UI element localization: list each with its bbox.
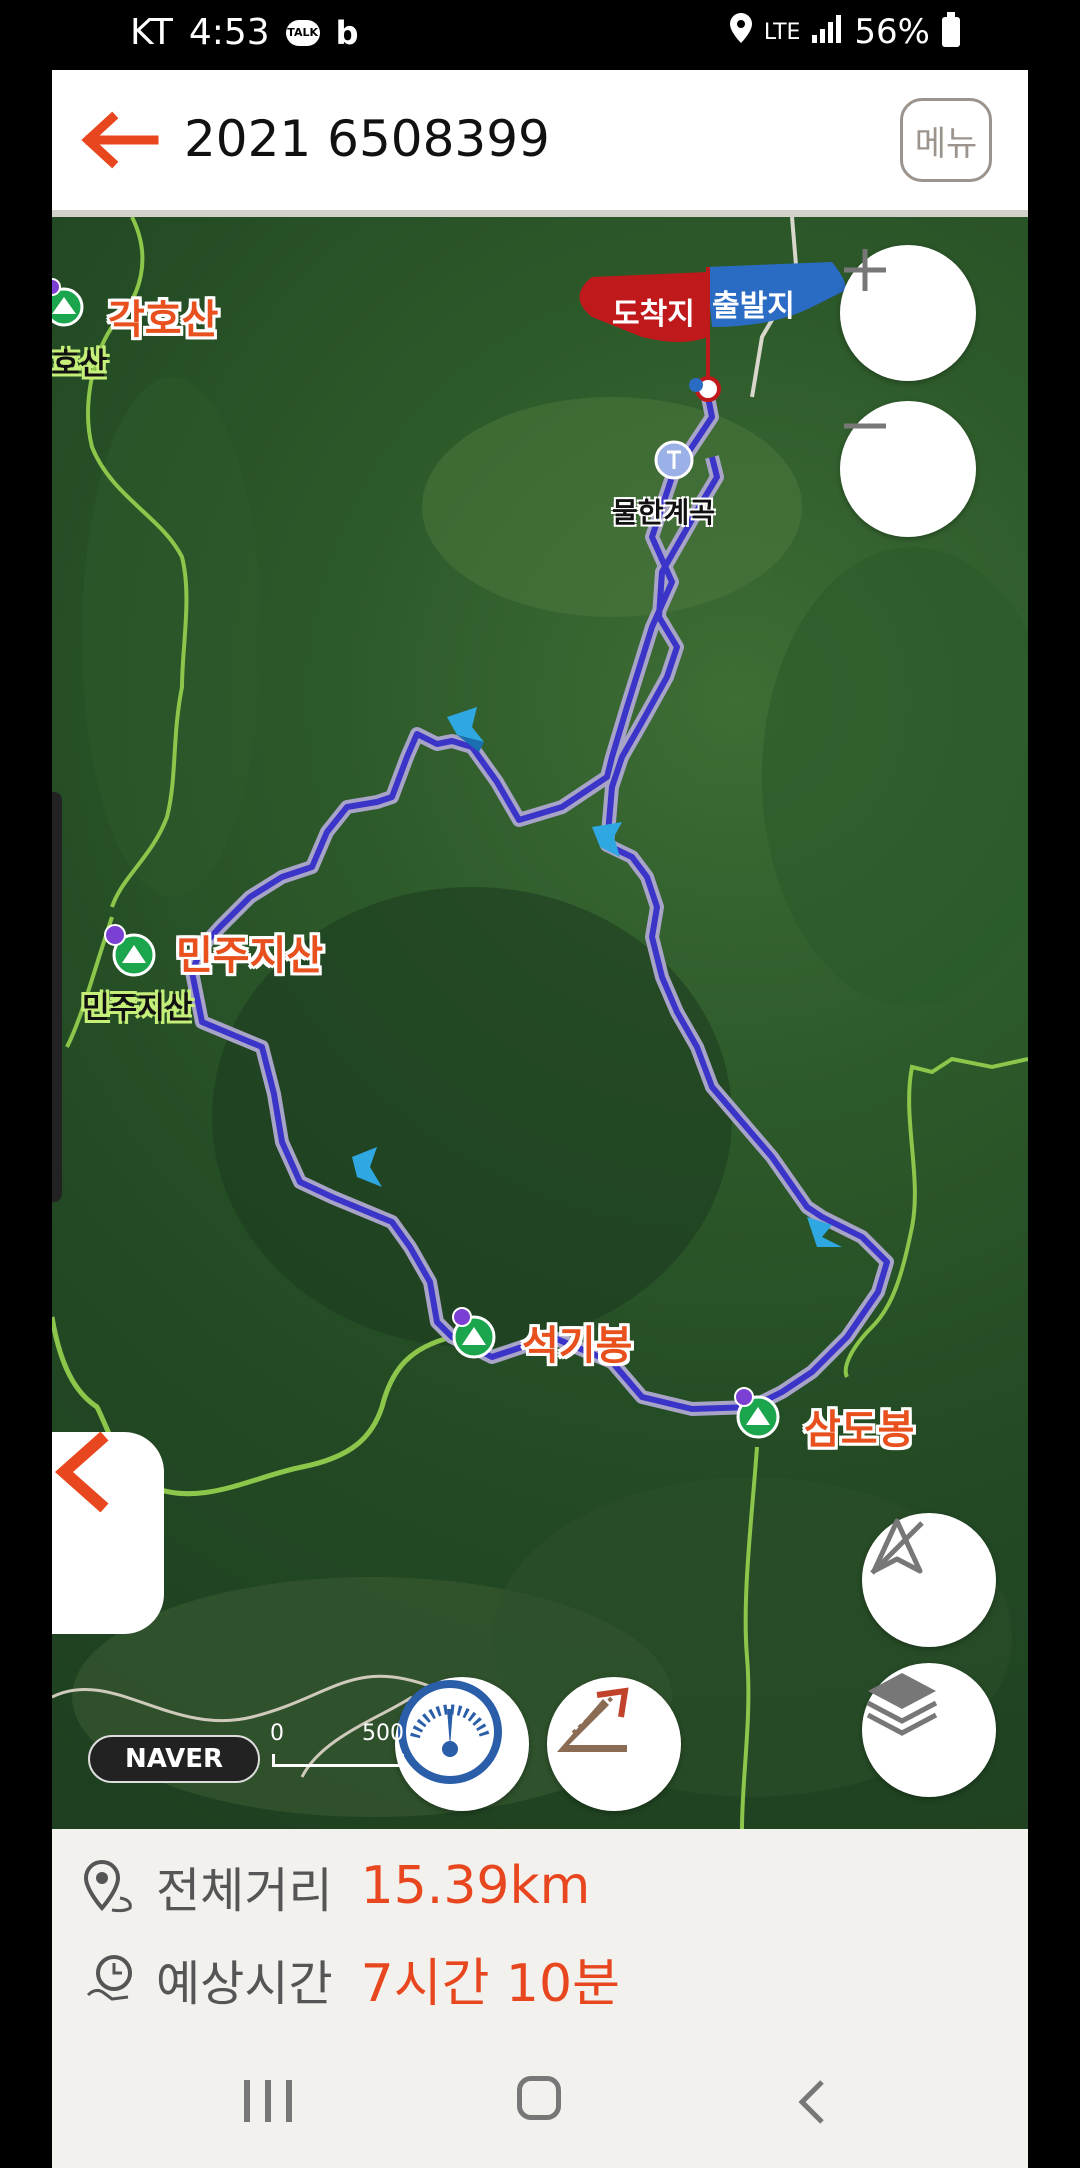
recent-apps-button[interactable]	[244, 2080, 292, 2124]
b-app-icon: b	[335, 13, 359, 52]
app-header: 2021 6508399 메뉴	[52, 70, 1028, 217]
clock: 4:53	[188, 12, 270, 53]
hd-lte-icon: LTE	[763, 19, 801, 45]
map-layers-button[interactable]	[862, 1663, 996, 1797]
back-button[interactable]	[72, 110, 162, 170]
kakaotalk-icon: TALK	[285, 19, 320, 46]
home-button[interactable]	[517, 2076, 561, 2120]
time-row: 예상시간 7시간 10분	[82, 1941, 620, 2016]
map-view[interactable]: 도착지 출발지 각호산 호산 민주지산 민주지산 석기봉 삼도봉 물한계곡 NA…	[52, 217, 1028, 1829]
naver-logo: NAVER	[88, 1735, 260, 1783]
arrival-flag-label: 도착지	[612, 297, 695, 332]
arrow-left-icon	[81, 111, 159, 169]
battery-percent: 56%	[854, 12, 930, 52]
scale-bar	[272, 1754, 404, 1767]
time-label: 예상시간	[156, 1955, 333, 2012]
peak-sublabel-minjujisan: 민주지산	[82, 991, 193, 1026]
zoom-out-button[interactable]	[840, 401, 976, 537]
battery-icon	[942, 12, 960, 47]
route-summary: 전체거리 15.39km 예상시간 7시간 10분	[52, 1829, 1028, 2029]
scale-zero-label: 0	[270, 1721, 284, 1746]
clock-icon	[86, 1954, 132, 2001]
distance-value: 15.39km	[360, 1856, 591, 1916]
elevation-icon	[557, 1687, 629, 1752]
distance-label: 전체거리	[156, 1863, 333, 1919]
time-value: 7시간 10분	[360, 1954, 620, 2014]
app: 2021 6508399 메뉴 도착지 출발지 각호산 호산 민주지산 민주지산…	[52, 70, 1028, 2168]
departure-flag-label: 출발지	[712, 289, 795, 324]
poi-label-valley: 물한계곡	[612, 496, 716, 529]
route-pin-icon	[83, 1859, 132, 1913]
page-title: 2021 6508399	[184, 110, 550, 168]
chevron-left-icon	[54, 1432, 109, 1512]
side-panel-handle[interactable]	[52, 792, 62, 1202]
peak-label-gakhosan: 각호산	[108, 297, 219, 343]
system-nav-bar	[52, 2030, 1028, 2168]
peak-marker-minjujisan[interactable]	[104, 924, 156, 977]
distance-row: 전체거리 15.39km	[82, 1851, 590, 1921]
signal-icon	[812, 12, 842, 52]
scale-500-label: 500	[362, 1721, 404, 1746]
zoom-in-button[interactable]	[840, 245, 976, 381]
map-scale: 0 500	[270, 1721, 404, 1767]
valley-poi-marker[interactable]	[654, 440, 694, 480]
minus-icon	[844, 423, 886, 429]
carrier-label: KT	[130, 12, 173, 53]
peak-label-seokgibong: 석기봉	[522, 1323, 633, 1369]
compass-button[interactable]	[862, 1513, 996, 1647]
location-icon	[729, 12, 752, 52]
peak-marker-gakhosan[interactable]	[52, 278, 84, 327]
peak-label-minjujisan: 민주지산	[176, 933, 324, 979]
speedometer-button[interactable]	[395, 1677, 529, 1811]
system-back-button[interactable]	[797, 2078, 827, 2130]
chevron-left-icon	[798, 2080, 824, 2124]
plus-icon	[844, 249, 886, 291]
speedometer-icon	[398, 1680, 502, 1784]
elevation-profile-button[interactable]	[547, 1677, 681, 1811]
menu-button[interactable]: 메뉴	[900, 98, 992, 182]
navigation-off-icon	[870, 1518, 924, 1575]
status-bar: KT 4:53 TALK b LTE 56%	[0, 0, 1080, 70]
layers-icon	[866, 1673, 938, 1736]
peak-sublabel-gakhosan: 호산	[52, 347, 108, 382]
peak-label-samdobong: 삼도봉	[804, 1407, 915, 1453]
side-panel-toggle[interactable]	[52, 1432, 164, 1634]
